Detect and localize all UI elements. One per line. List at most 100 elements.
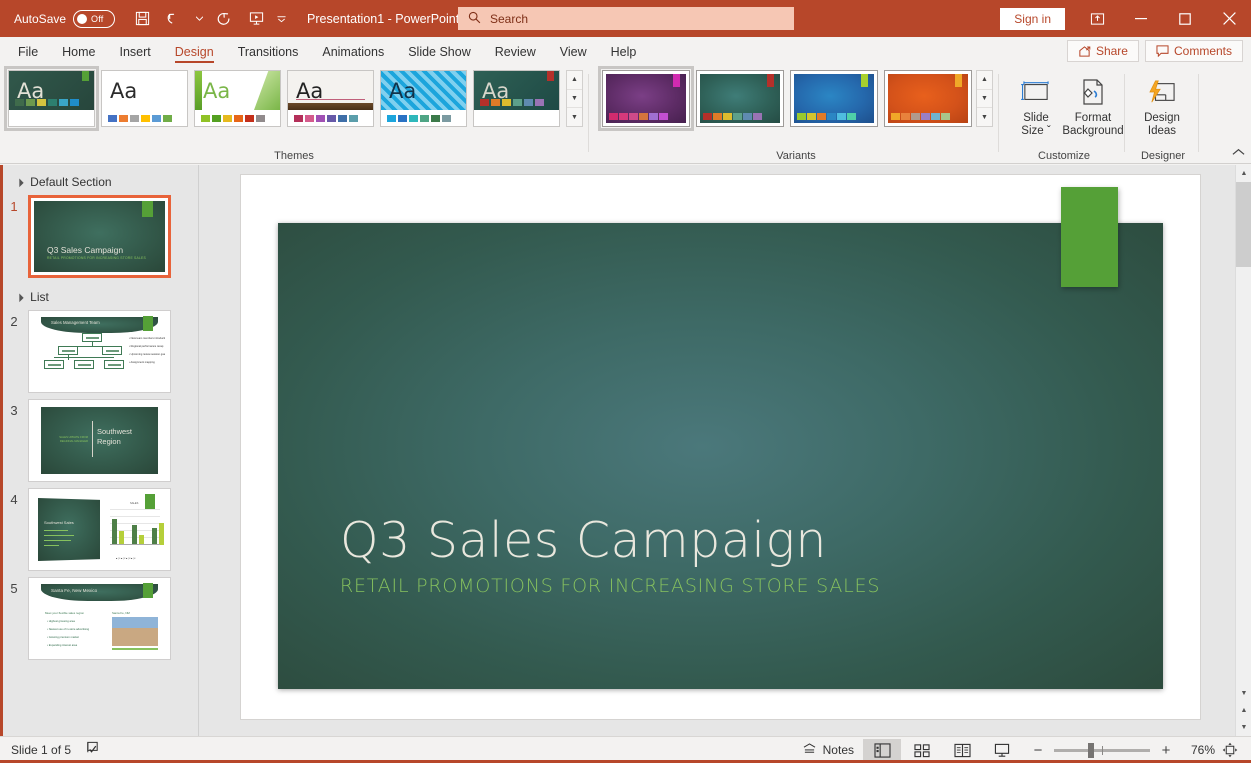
slide-counter[interactable]: Slide 1 of 5 (11, 743, 71, 757)
normal-view-button[interactable] (863, 738, 901, 762)
tab-animations[interactable]: Animations (310, 37, 396, 66)
undo-dropdown-icon[interactable] (191, 5, 207, 33)
ribbon-group-variants: ▲ ▼ ▼ Variants (594, 66, 999, 164)
section-label: List (30, 290, 49, 304)
format-background-button[interactable]: Format Background (1062, 70, 1124, 142)
variant-green[interactable] (696, 70, 784, 127)
autosave-switch[interactable]: Off (73, 9, 116, 28)
slide-size-button[interactable]: Slide Size ˇ (1007, 70, 1065, 142)
section-collapse-icon[interactable]: ◢ (14, 177, 25, 188)
accent-rectangle[interactable] (1061, 187, 1118, 287)
theme-badge[interactable]: Aa (287, 70, 374, 127)
slide-thumbnail-1[interactable]: Q3 Sales Campaign RETAIL PROMOTIONS FOR I… (28, 195, 171, 278)
zoom-level-label[interactable]: 76% (1183, 743, 1215, 757)
collapse-ribbon-icon[interactable] (1232, 147, 1245, 159)
tab-file[interactable]: File (6, 37, 50, 66)
sign-in-button[interactable]: Sign in (1000, 7, 1065, 30)
tab-transitions[interactable]: Transitions (226, 37, 311, 66)
zoom-slider-handle[interactable] (1088, 742, 1094, 758)
design-ideas-label: Design Ideas (1144, 112, 1180, 137)
color-swatch (847, 113, 856, 120)
thumb-bullet (44, 530, 68, 532)
slide-title-text[interactable]: Q3 Sales Campaign (340, 512, 827, 569)
redo-icon[interactable] (209, 5, 239, 33)
slide-thumbnail-2[interactable]: Sales Management Team • New team members … (28, 310, 171, 393)
zoom-out-button[interactable]: − (1031, 742, 1045, 759)
variants-scroll-up-icon[interactable]: ▲ (977, 71, 992, 90)
ribbon: Aa Aa Aa Aa Aa Aa ▲ ▼ ▼ Themes ▲ ▼ ▼ Variants (0, 66, 1251, 164)
slide-thumbnail-4[interactable]: Southwest Sales SALES ■ Q1 ■ Q2 ■ Q3 ■ Q4 (28, 488, 171, 571)
notes-button[interactable]: Notes (795, 740, 861, 761)
slide-list-item[interactable]: 3 Southwest Region SALES UPDATE FROM REGIONA… (0, 399, 198, 482)
variant-color-swatches (891, 113, 950, 120)
notes-label: Notes (822, 743, 854, 757)
minimize-icon[interactable] (1119, 0, 1163, 37)
vertical-scrollbar[interactable]: ▲ ▼ ▲ ▼ (1235, 165, 1251, 736)
theme-berlin[interactable]: Aa (380, 70, 467, 127)
start-slideshow-icon[interactable] (241, 5, 271, 33)
color-swatch (491, 99, 500, 106)
scrollbar-thumb[interactable] (1236, 182, 1251, 267)
close-icon[interactable] (1207, 0, 1251, 37)
tab-slide-show[interactable]: Slide Show (396, 37, 483, 66)
tab-help[interactable]: Help (599, 37, 649, 66)
scroll-up-icon[interactable]: ▲ (1236, 165, 1251, 182)
color-swatch (891, 113, 900, 120)
previous-slide-icon[interactable]: ▲ (1236, 702, 1251, 719)
slide-thumbnail-3[interactable]: Southwest Region SALES UPDATE FROM REGIONAL… (28, 399, 171, 482)
slide-thumbnail-5[interactable]: Santa Fe, New Mexico Meet your flexible s… (28, 577, 171, 660)
variant-blue[interactable] (790, 70, 878, 127)
variants-more-icon[interactable]: ▼ (977, 108, 992, 126)
variants-scroll-down-icon[interactable]: ▼ (977, 90, 992, 109)
slide-subtitle-text[interactable]: RETAIL PROMOTIONS FOR INCREASING STORE S… (340, 575, 880, 597)
themes-scroll-up-icon[interactable]: ▲ (567, 71, 582, 90)
autosave-knob (77, 13, 88, 24)
section-collapse-icon[interactable]: ◢ (14, 292, 25, 303)
variant-orange[interactable] (884, 70, 972, 127)
spellcheck-icon[interactable] (85, 741, 100, 759)
autosave-toggle[interactable]: AutoSave Off (14, 9, 116, 28)
color-swatch (212, 115, 221, 122)
variant-purple[interactable] (598, 66, 694, 131)
slide-list-item[interactable]: 4 Southwest Sales SALES ■ Q1 ■ Q2 ■ Q3 ■ Q4 (0, 488, 198, 571)
theme-dividend[interactable]: Aa (473, 70, 560, 127)
zoom-in-button[interactable]: + (1159, 742, 1173, 759)
theme-facet[interactable]: Aa (194, 70, 281, 127)
tab-design[interactable]: Design (163, 37, 226, 66)
tab-home[interactable]: Home (50, 37, 107, 66)
color-swatch (305, 115, 314, 122)
customize-qat-icon[interactable] (273, 5, 289, 33)
zoom-slider[interactable] (1054, 742, 1150, 758)
tab-review[interactable]: Review (483, 37, 548, 66)
reading-view-button[interactable] (943, 739, 981, 762)
theme-green-chalkboard[interactable]: Aa (4, 66, 99, 131)
slide-thumbnail-panel[interactable]: ◢ Default Section 1 Q3 Sales Campaign RETAIL… (0, 165, 199, 736)
search-input[interactable]: Search (458, 7, 794, 30)
theme-color-swatches (387, 115, 451, 122)
customize-group-label: Customize (1038, 150, 1090, 162)
scroll-down-icon[interactable]: ▼ (1236, 685, 1251, 702)
theme-office[interactable]: Aa (101, 70, 188, 127)
comments-button[interactable]: Comments (1144, 40, 1243, 62)
tab-view[interactable]: View (548, 37, 599, 66)
ribbon-display-options-icon[interactable] (1075, 0, 1119, 37)
current-slide[interactable]: Q3 Sales Campaign RETAIL PROMOTIONS FOR … (278, 187, 1163, 689)
maximize-icon[interactable] (1163, 0, 1207, 37)
share-button[interactable]: Share (1066, 40, 1139, 62)
themes-scroll-down-icon[interactable]: ▼ (567, 90, 582, 109)
themes-more-icon[interactable]: ▼ (567, 108, 582, 126)
slide-list-item[interactable]: 5 Santa Fe, New Mexico Meet your flexible … (0, 577, 198, 660)
slide-sorter-button[interactable] (903, 739, 941, 762)
fit-to-window-icon[interactable] (1217, 742, 1243, 758)
design-ideas-button[interactable]: Design Ideas (1133, 70, 1191, 142)
slide-list-item[interactable]: 1 Q3 Sales Campaign RETAIL PROMOTIONS FOR … (0, 195, 198, 278)
next-slide-icon[interactable]: ▼ (1236, 719, 1251, 736)
section-header-list[interactable]: ◢ List (0, 284, 198, 310)
slide-list-item[interactable]: 2 Sales Management Team • New team members… (0, 310, 198, 393)
slideshow-button[interactable] (983, 739, 1021, 762)
tab-insert[interactable]: Insert (108, 37, 163, 66)
section-header-default-section[interactable]: ◢ Default Section (0, 169, 198, 195)
undo-icon[interactable] (159, 5, 189, 33)
color-swatch (234, 115, 243, 122)
save-icon[interactable] (127, 5, 157, 33)
